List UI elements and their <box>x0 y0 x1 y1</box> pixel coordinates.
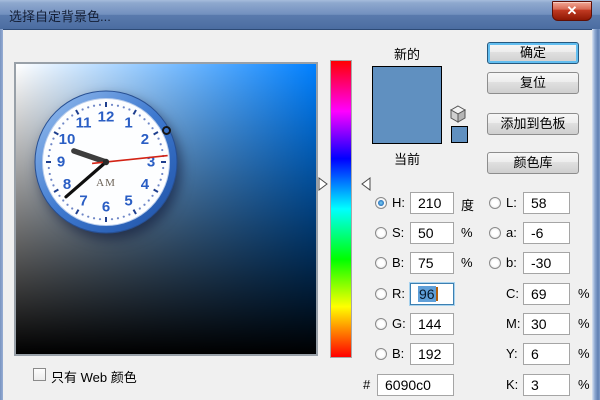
close-icon: ✕ <box>567 3 578 18</box>
text-caret <box>436 287 438 301</box>
g-label: G: <box>392 316 406 331</box>
radio-g[interactable] <box>375 318 387 330</box>
clock-widget[interactable]: 12 12 3 45678 9 1011 AM <box>31 87 181 237</box>
b-lab-label: b: <box>506 255 517 270</box>
svg-text:7: 7 <box>79 192 87 209</box>
svg-text:6: 6 <box>102 199 110 216</box>
s-field[interactable]: 50 <box>410 222 454 244</box>
r-label: R: <box>392 286 405 301</box>
radio-s[interactable] <box>375 227 387 239</box>
color-selection-marker[interactable] <box>162 126 171 135</box>
l-label: L: <box>506 195 517 210</box>
y-label: Y: <box>506 346 518 361</box>
window-border-left <box>0 29 3 400</box>
web-colors-only-checkbox[interactable] <box>33 368 46 381</box>
svg-text:5: 5 <box>124 192 132 209</box>
svg-text:12: 12 <box>98 109 115 126</box>
svg-text:11: 11 <box>76 115 92 132</box>
m-label: M: <box>506 316 520 331</box>
dialog-title: 选择自定背景色... <box>9 6 111 25</box>
web-colors-only-label: 只有 Web 颜色 <box>51 367 137 386</box>
radio-l[interactable] <box>489 197 501 209</box>
h-unit: 度 <box>461 195 474 214</box>
b-brightness-label: B: <box>392 255 404 270</box>
hue-slider-right-arrow[interactable] <box>361 177 371 191</box>
hex-field[interactable]: 6090c0 <box>377 374 454 396</box>
svg-text:8: 8 <box>63 176 71 193</box>
s-unit: % <box>461 225 473 240</box>
h-field[interactable]: 210 <box>410 192 454 214</box>
close-button[interactable]: ✕ <box>552 1 592 21</box>
svg-text:4: 4 <box>141 176 150 193</box>
add-to-swatches-button[interactable]: 添加到色板 <box>487 113 579 135</box>
b-rgb-label: B: <box>392 346 404 361</box>
hue-slider-left-arrow[interactable] <box>318 177 328 191</box>
k-label: K: <box>506 377 518 392</box>
c-label: C: <box>506 286 519 301</box>
clock-center-cap <box>103 159 109 165</box>
b-brightness-field[interactable]: 75 <box>410 252 454 274</box>
k-unit: % <box>578 377 590 392</box>
l-field[interactable]: 58 <box>523 192 570 214</box>
radio-b-rgb[interactable] <box>375 348 387 360</box>
k-field[interactable]: 3 <box>523 374 570 396</box>
svg-text:3: 3 <box>147 154 155 171</box>
m-field[interactable]: 30 <box>523 313 570 335</box>
r-field[interactable]: 96 <box>410 283 454 305</box>
current-color-label: 当前 <box>372 149 442 168</box>
b-brightness-unit: % <box>461 255 473 270</box>
radio-h[interactable] <box>375 197 387 209</box>
g-field[interactable]: 144 <box>410 313 454 335</box>
c-unit: % <box>578 286 590 301</box>
b-lab-field[interactable]: -30 <box>523 252 570 274</box>
reset-button[interactable]: 复位 <box>487 72 579 94</box>
radio-r[interactable] <box>375 288 387 300</box>
s-label: S: <box>392 225 404 240</box>
a-field[interactable]: -6 <box>523 222 570 244</box>
radio-b-brightness[interactable] <box>375 257 387 269</box>
svg-text:1: 1 <box>124 115 132 132</box>
ok-button[interactable]: 确定 <box>487 42 579 64</box>
web-safe-color-swatch[interactable] <box>451 126 468 143</box>
hue-slider[interactable] <box>330 60 352 358</box>
b-rgb-field[interactable]: 192 <box>410 343 454 365</box>
radio-a[interactable] <box>489 227 501 239</box>
h-label: H: <box>392 195 405 210</box>
svg-text:9: 9 <box>57 154 65 171</box>
svg-text:10: 10 <box>59 131 76 148</box>
color-picker-dialog: 选择自定背景色... ✕ 121234567891011 AM <box>0 0 600 400</box>
web-safe-cube-icon[interactable] <box>448 104 468 124</box>
y-unit: % <box>578 346 590 361</box>
new-current-color-swatch <box>372 66 442 144</box>
new-color-label: 新的 <box>372 44 442 63</box>
color-library-button[interactable]: 颜色库 <box>487 152 579 174</box>
c-field[interactable]: 69 <box>523 283 570 305</box>
hex-prefix-label: # <box>363 377 370 392</box>
radio-b-lab[interactable] <box>489 257 501 269</box>
y-field[interactable]: 6 <box>523 343 570 365</box>
a-label: a: <box>506 225 517 240</box>
clock-meridiem: AM <box>96 177 116 189</box>
svg-text:2: 2 <box>141 131 149 148</box>
m-unit: % <box>578 316 590 331</box>
window-border-right <box>592 29 600 400</box>
titlebar: 选择自定背景色... ✕ <box>0 0 600 30</box>
saturation-brightness-field[interactable]: 12 12 3 45678 9 1011 AM <box>14 62 318 356</box>
